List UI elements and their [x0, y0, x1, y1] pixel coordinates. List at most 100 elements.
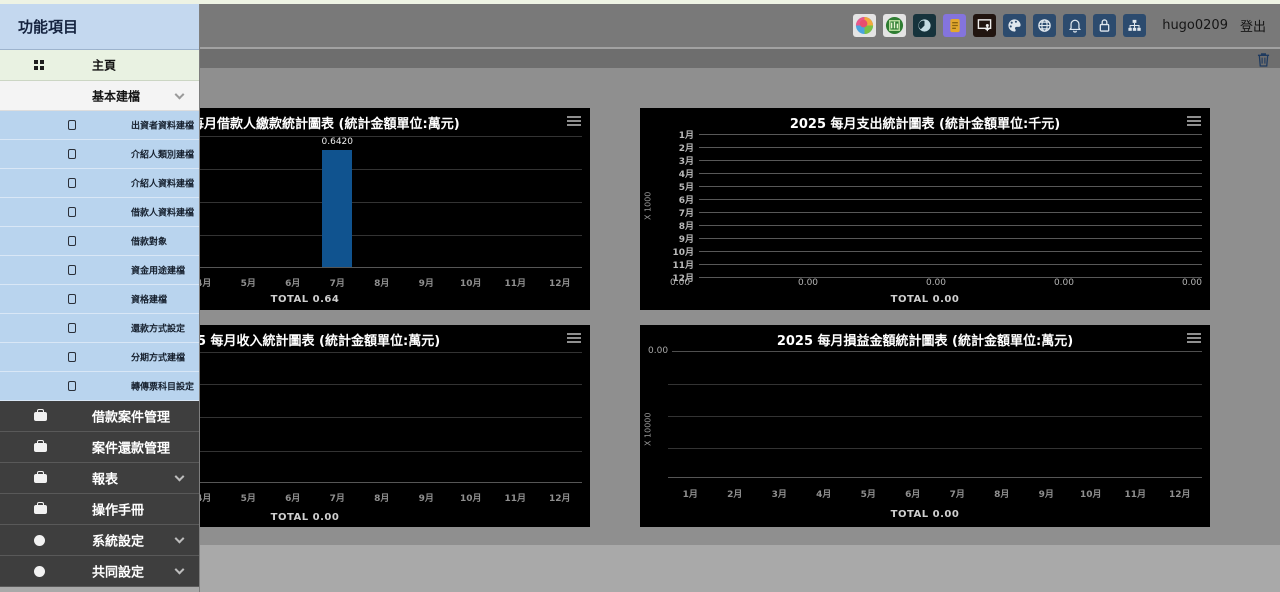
scroll-icon[interactable] — [943, 14, 966, 37]
sidebar-subitem[interactable]: 轉傳票科目設定 — [0, 372, 199, 401]
sidebar-group-basic-setup[interactable]: 基本建檔 — [0, 81, 199, 111]
x-tick-label: 11月 — [504, 276, 526, 289]
y-axis-title: X 1000 — [642, 160, 654, 252]
colorful-logo-icon[interactable] — [853, 14, 876, 37]
sidebar-subitem-label: 還款方式設定 — [131, 322, 185, 335]
x-tick-label: 8月 — [994, 487, 1009, 500]
chart-row: 2月 — [668, 141, 1202, 154]
x-tick-label: 11月 — [1124, 487, 1146, 500]
x-tick-label: 0.00 — [798, 278, 818, 288]
chevron-down-icon — [175, 534, 185, 544]
checkbox-outline-icon — [68, 149, 76, 159]
sidebar-subitem-label: 資金用途建檔 — [131, 264, 185, 277]
checkbox-outline-icon — [68, 265, 76, 275]
presentation-board-icon[interactable] — [973, 14, 996, 37]
zero-bar-line — [699, 147, 1202, 148]
sidebar-subitem[interactable]: 介紹人類別建檔 — [0, 140, 199, 169]
sidebar-group-label: 基本建檔 — [92, 87, 140, 104]
checkbox-outline-icon — [68, 207, 76, 217]
checkbox-outline-icon — [68, 120, 76, 130]
sidebar-subitems: 出資者資料建檔介紹人類別建檔介紹人資料建檔借款人資料建檔借款對象資金用途建檔資格… — [0, 111, 199, 401]
sidebar-subitem[interactable]: 出資者資料建檔 — [0, 111, 199, 140]
checkbox-outline-icon — [68, 178, 76, 188]
chart-menu-icon[interactable] — [567, 333, 581, 345]
x-tick-label: 0.00 — [926, 278, 946, 288]
zero-bar-line — [699, 212, 1202, 213]
chart-total: TOTAL 0.00 — [640, 509, 1210, 520]
sidebar-item-label: 報表 — [92, 469, 118, 488]
sidebar-item[interactable]: 共同設定 — [0, 556, 199, 587]
x-tick-label: 7月 — [330, 491, 345, 504]
chart-row: 7月 — [668, 206, 1202, 219]
sidebar-item-home[interactable]: 主頁 — [0, 50, 199, 81]
sidebar-item[interactable]: 操作手冊 — [0, 494, 199, 525]
palette-icon[interactable] — [1003, 14, 1026, 37]
green-logo-icon[interactable] — [883, 14, 906, 37]
lock-icon[interactable] — [1093, 14, 1116, 37]
sidebar-item-label: 操作手冊 — [92, 500, 144, 519]
y-tick-label: 3月 — [668, 154, 694, 167]
sidebar-subitem-label: 借款對象 — [131, 235, 167, 248]
zero-bar-line — [699, 199, 1202, 200]
logout-button[interactable]: 登出 — [1240, 16, 1266, 35]
sidebar-subitem[interactable]: 還款方式設定 — [0, 314, 199, 343]
x-tick-label: 6月 — [285, 491, 300, 504]
checkbox-outline-icon — [68, 294, 76, 304]
briefcase-icon — [34, 443, 47, 452]
zero-bar-line — [699, 186, 1202, 187]
sidebar-item[interactable]: 系統設定 — [0, 525, 199, 556]
sidebar-subitem[interactable]: 資格建檔 — [0, 285, 199, 314]
x-tick-label: 11月 — [504, 491, 526, 504]
clock-icon[interactable] — [913, 14, 936, 37]
chart-menu-icon[interactable] — [1187, 333, 1201, 345]
x-tick-label: 1月 — [683, 487, 698, 500]
sidebar-item-label: 主頁 — [92, 57, 116, 74]
zero-bar-line — [699, 238, 1202, 239]
x-tick-label: 9月 — [419, 276, 434, 289]
sidebar-item[interactable]: 借款案件管理 — [0, 401, 199, 432]
sidebar-subitem[interactable]: 借款人資料建檔 — [0, 198, 199, 227]
sidebar-item[interactable]: 案件還款管理 — [0, 432, 199, 463]
sphere-icon — [34, 535, 45, 546]
trash-icon[interactable] — [1257, 52, 1270, 71]
sidebar-subitem[interactable]: 介紹人資料建檔 — [0, 169, 199, 198]
x-tick-label: 0.00 — [1054, 278, 1074, 288]
x-tick-label: 12月 — [549, 276, 571, 289]
y-tick-label: 1月 — [668, 128, 694, 141]
sidebar-subitem[interactable]: 資金用途建檔 — [0, 256, 199, 285]
chart-menu-icon[interactable] — [1187, 116, 1201, 128]
x-tick-label: 12月 — [549, 491, 571, 504]
x-tick-label: 4月 — [816, 487, 831, 500]
bell-icon[interactable] — [1063, 14, 1086, 37]
chevron-down-icon — [175, 89, 185, 99]
briefcase-icon — [34, 474, 47, 483]
bar-july[interactable] — [322, 150, 352, 267]
sidebar-subitem[interactable]: 借款對象 — [0, 227, 199, 256]
sidebar-subitem[interactable]: 分期方式建檔 — [0, 343, 199, 372]
chart-row: 11月 — [668, 258, 1202, 271]
sidebar-subitem-label: 介紹人資料建檔 — [131, 177, 194, 190]
x-tick-label: 2月 — [727, 487, 742, 500]
zero-bar-line — [699, 264, 1202, 265]
y-tick-label: 8月 — [668, 219, 694, 232]
chart-row: 8月 — [668, 219, 1202, 232]
sidebar-item[interactable]: 報表 — [0, 463, 199, 494]
sitemap-icon[interactable] — [1123, 14, 1146, 37]
chevron-down-icon — [175, 472, 185, 482]
y-tick-label: 9月 — [668, 232, 694, 245]
x-tick-label: 10月 — [460, 276, 482, 289]
y-tick-label: 7月 — [668, 206, 694, 219]
zero-bar-line — [699, 173, 1202, 174]
briefcase-icon — [34, 505, 47, 514]
sidebar-darkitems: 借款案件管理案件還款管理報表操作手冊系統設定共同設定 — [0, 401, 199, 587]
globe-icon[interactable] — [1033, 14, 1056, 37]
chart-row: 9月 — [668, 232, 1202, 245]
x-tick-label: 7月 — [330, 276, 345, 289]
x-tick-label: 5月 — [241, 276, 256, 289]
x-axis-labels: 1月2月3月4月5月6月7月8月9月10月11月12月 — [668, 487, 1202, 499]
y-axis-title: X 10000 — [642, 383, 654, 475]
home-grid-icon — [34, 60, 38, 64]
x-tick-label: 10月 — [460, 491, 482, 504]
x-tick-label: 5月 — [861, 487, 876, 500]
chart-menu-icon[interactable] — [567, 116, 581, 128]
